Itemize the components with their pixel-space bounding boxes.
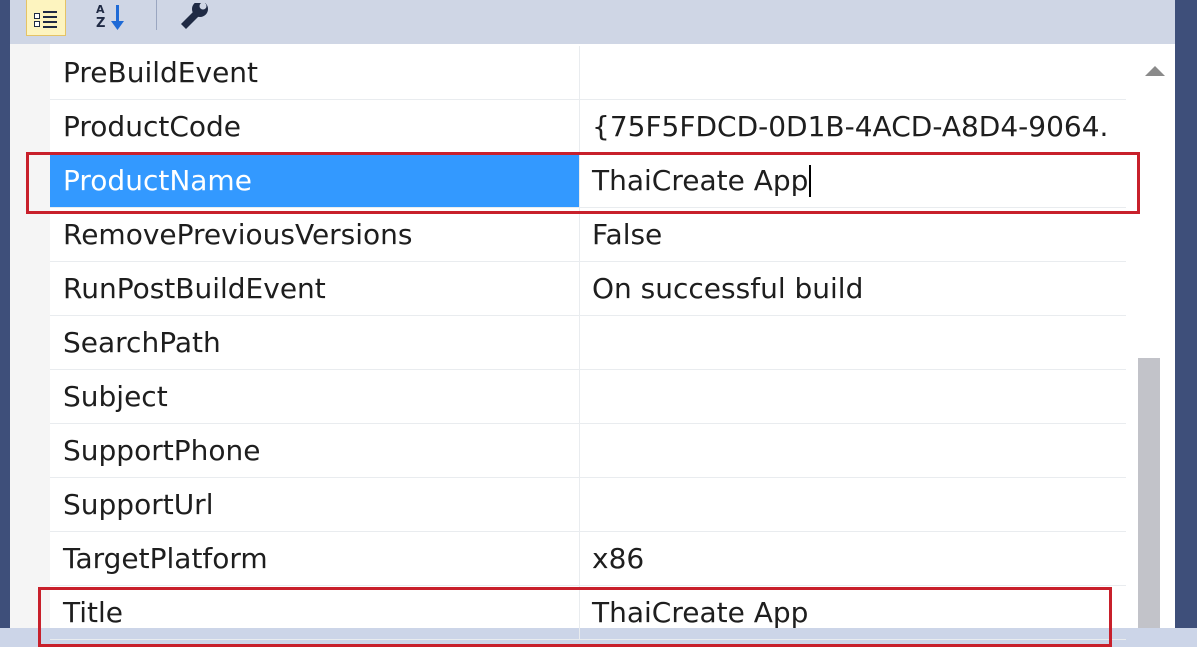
property-value-text: ThaiCreate App (592, 164, 809, 197)
property-row-productname[interactable]: ProductName ThaiCreate App (50, 154, 1126, 208)
property-row-removepreviousversions[interactable]: RemovePreviousVersions False (50, 208, 1126, 262)
property-value[interactable] (580, 424, 1126, 477)
alphabetical-button[interactable]: A Z (90, 0, 134, 36)
property-value[interactable] (580, 478, 1126, 531)
scroll-up-button[interactable] (1137, 58, 1173, 84)
property-value[interactable]: ThaiCreate App (580, 586, 1126, 639)
property-rows: PreBuildEvent ProductCode {75F5FDCD-0D1B… (50, 46, 1126, 640)
toolbar-separator (156, 0, 157, 30)
vertical-scrollbar[interactable] (1137, 46, 1173, 628)
text-caret (809, 164, 812, 197)
property-grid: PreBuildEvent ProductCode {75F5FDCD-0D1B… (10, 44, 1175, 640)
property-name: Subject (50, 370, 580, 423)
property-name-selected: ProductName (50, 154, 580, 207)
property-name: TargetPlatform (50, 532, 580, 585)
svg-text:A: A (96, 3, 105, 16)
svg-text:Z: Z (96, 16, 105, 31)
property-name: PreBuildEvent (50, 46, 580, 99)
property-row-prebuildevent[interactable]: PreBuildEvent (50, 46, 1126, 100)
property-row-subject[interactable]: Subject (50, 370, 1126, 424)
property-row-supportphone[interactable]: SupportPhone (50, 424, 1126, 478)
sort-az-icon: A Z (96, 3, 124, 31)
property-name: SupportPhone (50, 424, 580, 477)
property-name: RunPostBuildEvent (50, 262, 580, 315)
property-row-supporturl[interactable]: SupportUrl (50, 478, 1126, 532)
property-value[interactable] (580, 316, 1126, 369)
property-row-runpostbuildevent[interactable]: RunPostBuildEvent On successful build (50, 262, 1126, 316)
window-frame-left (0, 0, 10, 628)
property-value-editor[interactable]: ThaiCreate App (580, 154, 1126, 207)
grid-gutter (10, 44, 50, 628)
properties-toolbar: A Z (10, 0, 1175, 44)
scroll-thumb[interactable] (1138, 358, 1160, 628)
property-name: SearchPath (50, 316, 580, 369)
property-pages-button[interactable] (172, 0, 218, 36)
property-value[interactable] (580, 46, 1126, 99)
window-frame-right (1175, 0, 1197, 628)
wrench-icon (181, 3, 208, 29)
property-name: Title (50, 586, 580, 639)
property-row-searchpath[interactable]: SearchPath (50, 316, 1126, 370)
property-name: RemovePreviousVersions (50, 208, 580, 261)
scroll-up-arrow-icon (1145, 66, 1165, 76)
property-value[interactable]: On successful build (580, 262, 1126, 315)
property-name: SupportUrl (50, 478, 580, 531)
categorized-icon (34, 10, 57, 28)
property-name: ProductCode (50, 100, 580, 153)
property-value[interactable] (580, 370, 1126, 423)
property-row-productcode[interactable]: ProductCode {75F5FDCD-0D1B-4ACD-A8D4-906… (50, 100, 1126, 154)
property-value[interactable]: {75F5FDCD-0D1B-4ACD-A8D4-9064. (580, 100, 1126, 153)
property-value[interactable]: False (580, 208, 1126, 261)
categorized-button[interactable] (26, 0, 66, 36)
property-row-targetplatform[interactable]: TargetPlatform x86 (50, 532, 1126, 586)
property-row-title[interactable]: Title ThaiCreate App (50, 586, 1126, 640)
properties-window: A Z PreBuildEvent ProductCode {75F5FDCD-… (0, 0, 1197, 647)
property-value[interactable]: x86 (580, 532, 1126, 585)
